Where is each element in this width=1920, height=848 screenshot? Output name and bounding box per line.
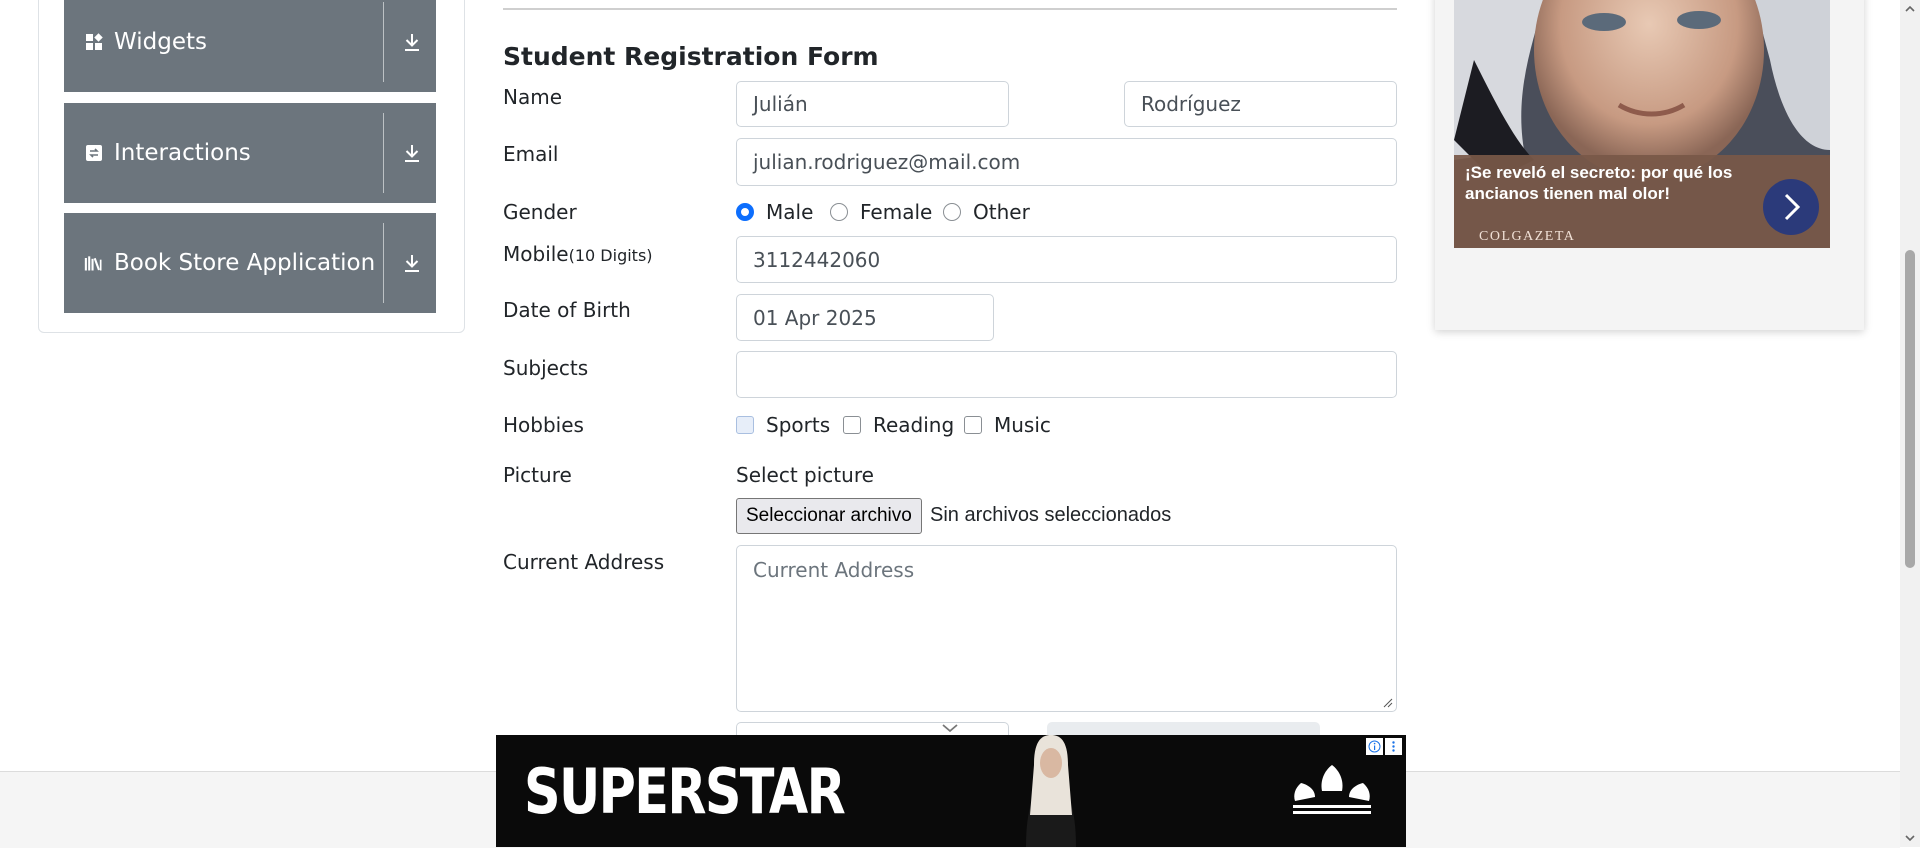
choose-file-button[interactable]: Seleccionar archivo xyxy=(736,498,922,534)
sidebar-item-widgets[interactable]: Widgets xyxy=(64,0,436,92)
book-store-icon xyxy=(84,256,102,271)
gender-option-label: Female xyxy=(860,200,933,224)
ad-info-icon[interactable] xyxy=(1366,738,1383,755)
gender-option-label: Other xyxy=(973,200,1030,224)
divider xyxy=(383,113,384,193)
hobby-option-label: Reading xyxy=(873,413,955,437)
gender-female-radio[interactable]: Female xyxy=(830,200,932,224)
brand-logo-icon xyxy=(1293,765,1371,814)
name-label: Name xyxy=(503,85,563,109)
download-icon[interactable] xyxy=(400,30,424,54)
sidebar-item-label: Widgets xyxy=(114,29,207,55)
side-ad-headline[interactable]: ¡Se reveló el secreto: por qué los ancia… xyxy=(1465,162,1765,204)
mobile-label-text: Mobile xyxy=(503,242,569,266)
sidebar-item-book-store[interactable]: Book Store Application xyxy=(64,213,436,313)
bottom-ad-banner[interactable]: SUPERSTAR xyxy=(496,735,1406,847)
divider xyxy=(383,2,384,82)
dob-label: Date of Birth xyxy=(503,298,631,322)
email-label: Email xyxy=(503,142,559,166)
gender-other-radio[interactable]: Other xyxy=(943,200,1030,224)
mobile-hint: (10 Digits) xyxy=(568,246,653,265)
hobby-option-label: Music xyxy=(994,413,1051,437)
radio-button[interactable] xyxy=(736,203,754,221)
mobile-input[interactable]: 3112442060 xyxy=(736,236,1397,283)
hobby-music-checkbox[interactable]: Music xyxy=(964,413,1051,437)
form-title: Student Registration Form xyxy=(503,42,879,71)
gender-label: Gender xyxy=(503,200,577,224)
select-picture-label: Select picture xyxy=(736,463,874,487)
sidebar-item-label: Book Store Application xyxy=(114,250,376,276)
checkbox[interactable] xyxy=(964,416,982,434)
first-name-input[interactable]: Julián xyxy=(736,81,1009,127)
current-address-textarea[interactable]: Current Address xyxy=(736,545,1397,712)
checkbox[interactable] xyxy=(736,416,754,434)
scrollbar-thumb[interactable] xyxy=(1905,250,1915,568)
scroll-up-icon[interactable] xyxy=(1904,3,1916,15)
side-ad-next-button[interactable] xyxy=(1763,179,1819,235)
download-icon[interactable] xyxy=(400,251,424,275)
subjects-input[interactable] xyxy=(736,351,1397,398)
chevron-down-icon xyxy=(942,724,958,733)
widgets-icon xyxy=(86,33,103,50)
checkbox[interactable] xyxy=(843,416,861,434)
radio-button[interactable] xyxy=(830,203,848,221)
divider xyxy=(503,8,1397,10)
hobby-reading-checkbox[interactable]: Reading xyxy=(843,413,954,437)
gender-male-radio[interactable]: Male xyxy=(736,200,813,224)
bottom-ad-headline: SUPERSTAR xyxy=(524,755,846,828)
ad-menu-icon[interactable] xyxy=(1385,738,1402,755)
textarea-placeholder: Current Address xyxy=(753,558,915,582)
download-icon[interactable] xyxy=(400,141,424,165)
hobby-option-label: Sports xyxy=(766,413,831,437)
radio-button[interactable] xyxy=(943,203,961,221)
scroll-down-icon[interactable] xyxy=(1904,832,1916,844)
current-address-label: Current Address xyxy=(503,550,665,574)
sidebar-item-label: Interactions xyxy=(114,140,251,166)
mobile-label: Mobile(10 Digits) xyxy=(503,242,653,266)
side-ad-brand: COLGAZETA xyxy=(1479,229,1576,244)
gender-option-label: Male xyxy=(766,200,814,224)
chevron-right-icon xyxy=(1784,193,1801,221)
resize-grip-icon[interactable] xyxy=(1383,698,1393,708)
last-name-input[interactable]: Rodríguez xyxy=(1124,81,1397,127)
picture-label: Picture xyxy=(503,463,572,487)
subjects-label: Subjects xyxy=(503,356,589,380)
file-status-text: Sin archivos seleccionados xyxy=(930,504,1172,526)
divider xyxy=(383,223,384,303)
hobbies-label: Hobbies xyxy=(503,413,584,437)
date-of-birth-input[interactable]: 01 Apr 2025 xyxy=(736,294,994,341)
interactions-icon xyxy=(86,145,102,161)
sidebar-item-interactions[interactable]: Interactions xyxy=(64,103,436,203)
hobby-sports-checkbox[interactable]: Sports xyxy=(736,413,830,437)
email-input[interactable]: julian.rodriguez@mail.com xyxy=(736,138,1397,186)
model-image xyxy=(1026,735,1076,847)
